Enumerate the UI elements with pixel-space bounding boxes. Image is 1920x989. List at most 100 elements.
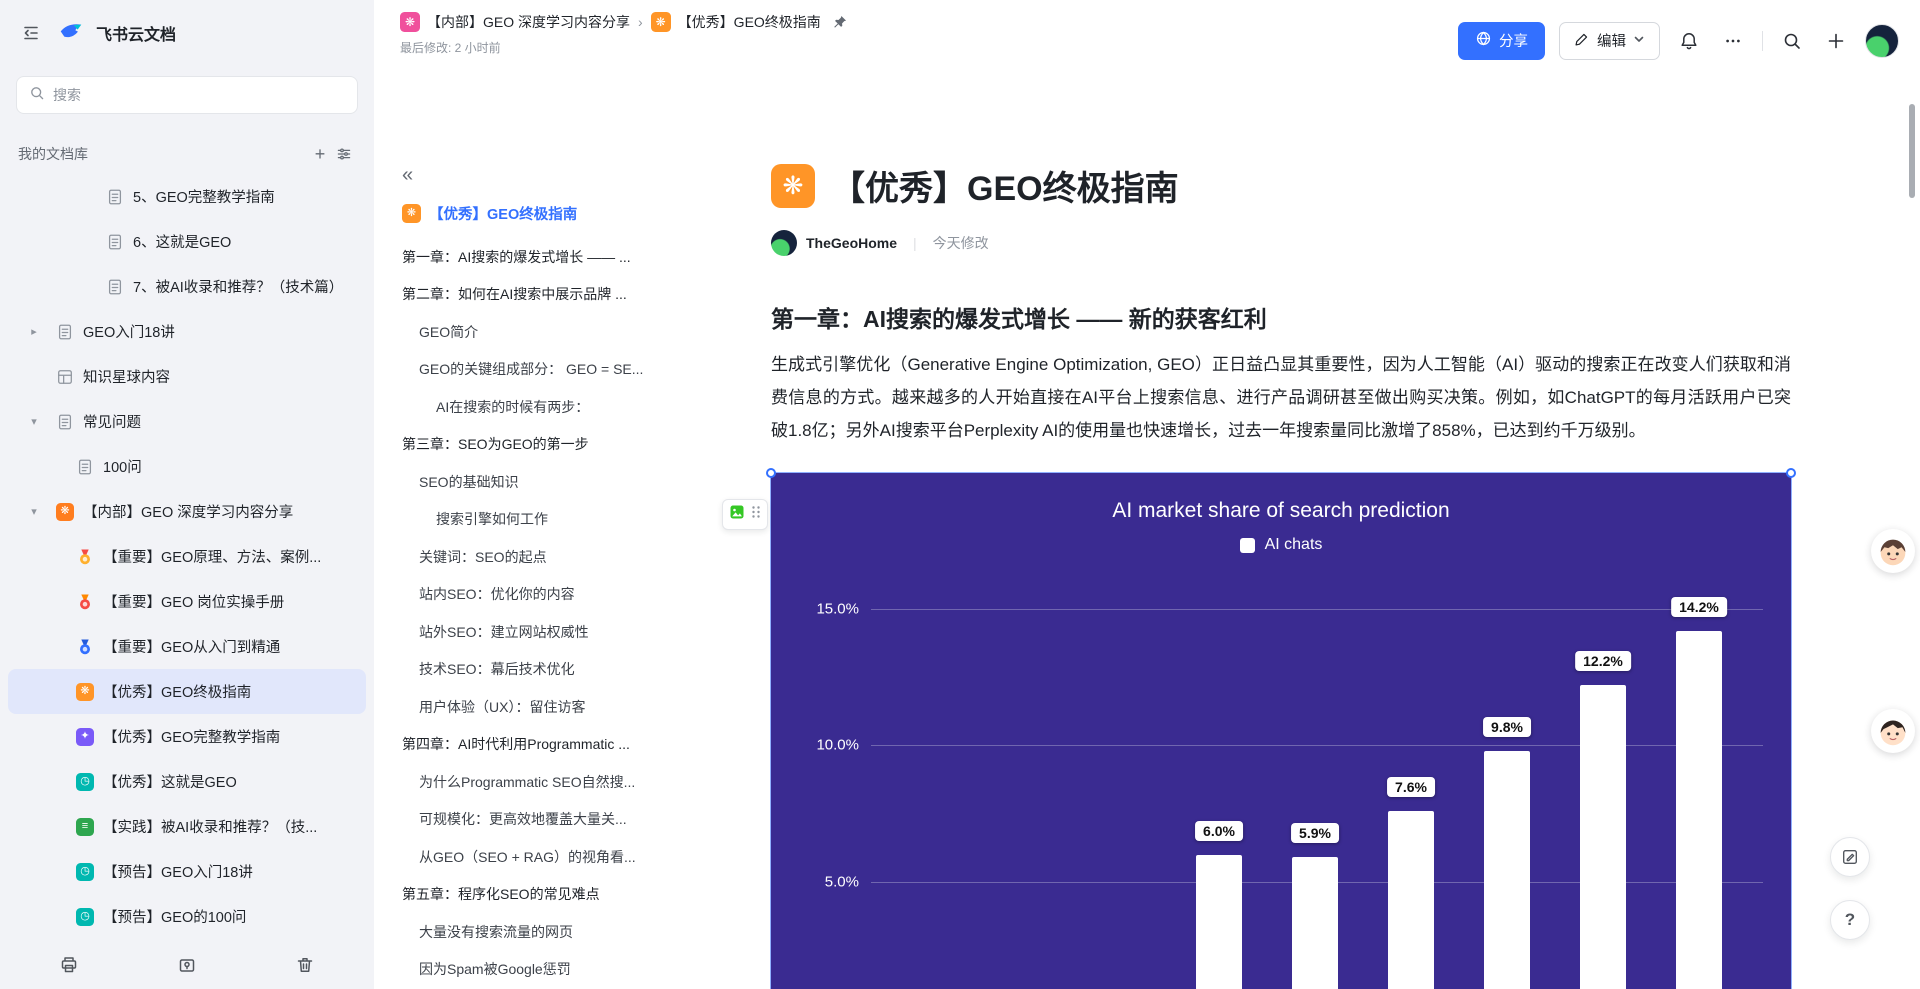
sidebar-item[interactable]: 5、GEO完整教学指南: [8, 174, 366, 219]
author-name[interactable]: TheGeoHome: [806, 235, 897, 251]
sidebar-item[interactable]: ◷【预告】GEO的100问: [8, 894, 366, 939]
outline-item[interactable]: 从GEO（SEO + RAG）的视角看...: [374, 838, 710, 876]
sidebar-item[interactable]: 【重要】GEO原理、方法、案例...: [8, 534, 366, 579]
doc-paragraph[interactable]: 生成式引擎优化（Generative Engine Optimization, …: [771, 348, 1791, 447]
drag-handle-icon[interactable]: [751, 505, 761, 524]
scrollbar-thumb[interactable]: [1909, 104, 1915, 198]
notifications-bell-icon[interactable]: [1674, 26, 1704, 56]
printer-icon[interactable]: [54, 950, 84, 980]
chart-legend[interactable]: AI chats: [771, 536, 1791, 554]
doc-app-icon: ❋: [402, 204, 421, 223]
outline-item[interactable]: 技术SEO：幕后技术优化: [374, 651, 710, 689]
search-input[interactable]: [53, 87, 345, 103]
sidebar-item[interactable]: 7、被AI收录和推荐？（技术篇）: [8, 264, 366, 309]
outline-doc-title[interactable]: ❋ 【优秀】GEO终极指南: [402, 203, 710, 224]
outline-item[interactable]: 第二章：如何在AI搜索中展示品牌 ...: [374, 276, 710, 314]
doc-icon: [106, 278, 124, 296]
outline-item[interactable]: GEO的关键组成部分： GEO = SE...: [374, 351, 710, 389]
outline-item[interactable]: 关键词：SEO的起点: [374, 538, 710, 576]
topbar: ❋【内部】GEO 深度学习内容分享›❋【优秀】GEO终极指南 最后修改: 2 小…: [374, 0, 1920, 81]
sidebar-item[interactable]: ▸ GEO入门18讲: [8, 309, 366, 354]
document-area: ❋ 【优秀】GEO终极指南 TheGeoHome | 今天修改 第一章：AI搜索…: [710, 81, 1920, 989]
more-options-icon[interactable]: [1718, 26, 1748, 56]
breadcrumb-item[interactable]: ❋【优秀】GEO终极指南: [651, 12, 821, 32]
outline-item[interactable]: 为什么Programmatic SEO自然搜...: [374, 763, 710, 801]
doc-icon: [56, 413, 74, 431]
chevron-down-icon[interactable]: ▾: [26, 505, 42, 518]
chevron-down-icon[interactable]: ▾: [26, 415, 42, 428]
author-avatar[interactable]: [771, 230, 797, 256]
outline-item[interactable]: 用户体验（UX）：留住访客: [374, 688, 710, 726]
outline-item[interactable]: 可规模化：更高效地覆盖大量关...: [374, 801, 710, 839]
outline-item[interactable]: GEO简介: [374, 313, 710, 351]
feedback-button[interactable]: [1830, 837, 1870, 877]
sidebar-item-label: 【实践】被AI收录和推荐？（技...: [103, 816, 327, 837]
embedded-chart[interactable]: AI market share of search prediction AI …: [771, 473, 1791, 989]
user-avatar[interactable]: [1865, 24, 1899, 58]
new-doc-button[interactable]: +: [308, 142, 332, 166]
doc-title[interactable]: 【优秀】GEO终极指南: [831, 161, 1179, 210]
outline-item[interactable]: 因为Spam被Google惩罚: [374, 951, 710, 989]
collaborator-sticker-1[interactable]: [1871, 529, 1915, 573]
app-teal-icon: ◷: [76, 908, 94, 926]
selection-handle-top-left[interactable]: [766, 468, 776, 478]
chevron-right-icon[interactable]: ▸: [26, 325, 42, 338]
pink-app-icon: ❋: [400, 12, 420, 32]
collapse-sidebar-icon[interactable]: [16, 18, 46, 48]
lock-icon[interactable]: [172, 950, 202, 980]
selection-handle-top-right[interactable]: [1786, 468, 1796, 478]
app-orange-icon: ❋: [651, 12, 671, 32]
chapter-heading[interactable]: 第一章：AI搜索的爆发式增长 —— 新的获客红利: [771, 300, 1791, 334]
pin-icon[interactable]: [829, 11, 851, 33]
outline-item[interactable]: 大量没有搜索流量的网页: [374, 913, 710, 951]
sidebar-item[interactable]: ✦【优秀】GEO完整教学指南: [8, 714, 366, 759]
outline-item[interactable]: 第四章：AI时代利用Programmatic ...: [374, 726, 710, 764]
outline-item[interactable]: 第三章：SEO为GEO的第一步: [374, 426, 710, 464]
sidebar-item[interactable]: ≡【实践】被AI收录和推荐？（技...: [8, 804, 366, 849]
breadcrumb-item[interactable]: ❋【内部】GEO 深度学习内容分享: [400, 12, 630, 32]
bar-value-label: 6.0%: [1195, 821, 1243, 841]
outline-item[interactable]: 站外SEO：建立网站权威性: [374, 613, 710, 651]
app-purple-icon: ✦: [76, 728, 94, 746]
outline-item[interactable]: 第一章：AI搜索的爆发式增长 —— ...: [374, 238, 710, 276]
outline-item[interactable]: 站内SEO：优化你的内容: [374, 576, 710, 614]
collaborator-sticker-2[interactable]: [1871, 709, 1915, 753]
edit-button[interactable]: 编辑: [1559, 22, 1660, 60]
tree-settings-icon[interactable]: [332, 142, 356, 166]
sidebar-item[interactable]: ▾❋【内部】GEO 深度学习内容分享: [8, 489, 366, 534]
doc-icon: [76, 458, 94, 476]
image-block-icon[interactable]: [729, 504, 745, 525]
sidebar-item[interactable]: ❋【优秀】GEO终极指南: [8, 669, 366, 714]
chart-bar: [1196, 855, 1242, 989]
outline-item[interactable]: SEO的基础知识: [374, 463, 710, 501]
last-modified-text: 最后修改: 2 小时前: [400, 39, 851, 56]
trash-icon[interactable]: [290, 950, 320, 980]
chart-bar: [1484, 751, 1530, 989]
sidebar-item-label: 常见问题: [83, 411, 151, 432]
chart-gridline: [871, 609, 1763, 610]
outline-item[interactable]: 第五章：程序化SEO的常见难点: [374, 876, 710, 914]
bar-value-label: 9.8%: [1483, 717, 1531, 737]
sidebar-item[interactable]: 【重要】GEO 岗位实操手册: [8, 579, 366, 624]
sidebar-item-label: GEO入门18讲: [83, 321, 185, 342]
sidebar-item-label: 【重要】GEO从入门到精通: [103, 636, 290, 657]
sidebar-item[interactable]: ◷【预告】GEO入门18讲: [8, 849, 366, 894]
collapse-outline-icon[interactable]: «: [402, 165, 413, 185]
edit-button-label: 编辑: [1597, 30, 1626, 51]
help-button[interactable]: ?: [1830, 900, 1870, 940]
sidebar-item[interactable]: ▾ 常见问题: [8, 399, 366, 444]
sidebar-item-label: 7、被AI收录和推荐？（技术篇）: [133, 276, 353, 297]
search-box[interactable]: [16, 76, 358, 114]
create-new-icon[interactable]: [1821, 26, 1851, 56]
outline-item[interactable]: AI在搜索的时候有两步：: [374, 388, 710, 426]
main-panel: ❋【内部】GEO 深度学习内容分享›❋【优秀】GEO终极指南 最后修改: 2 小…: [374, 0, 1920, 989]
sidebar-item[interactable]: 知识星球内容: [8, 354, 366, 399]
sidebar-item[interactable]: 6、这就是GEO: [8, 219, 366, 264]
outline-item[interactable]: 搜索引擎如何工作: [374, 501, 710, 539]
global-search-icon[interactable]: [1777, 26, 1807, 56]
share-button[interactable]: 分享: [1458, 22, 1545, 60]
sidebar-item[interactable]: 100问: [8, 444, 366, 489]
sidebar-item[interactable]: 【重要】GEO从入门到精通: [8, 624, 366, 669]
sidebar-item[interactable]: ◷【优秀】这就是GEO: [8, 759, 366, 804]
app-teal-icon: ◷: [76, 773, 94, 791]
